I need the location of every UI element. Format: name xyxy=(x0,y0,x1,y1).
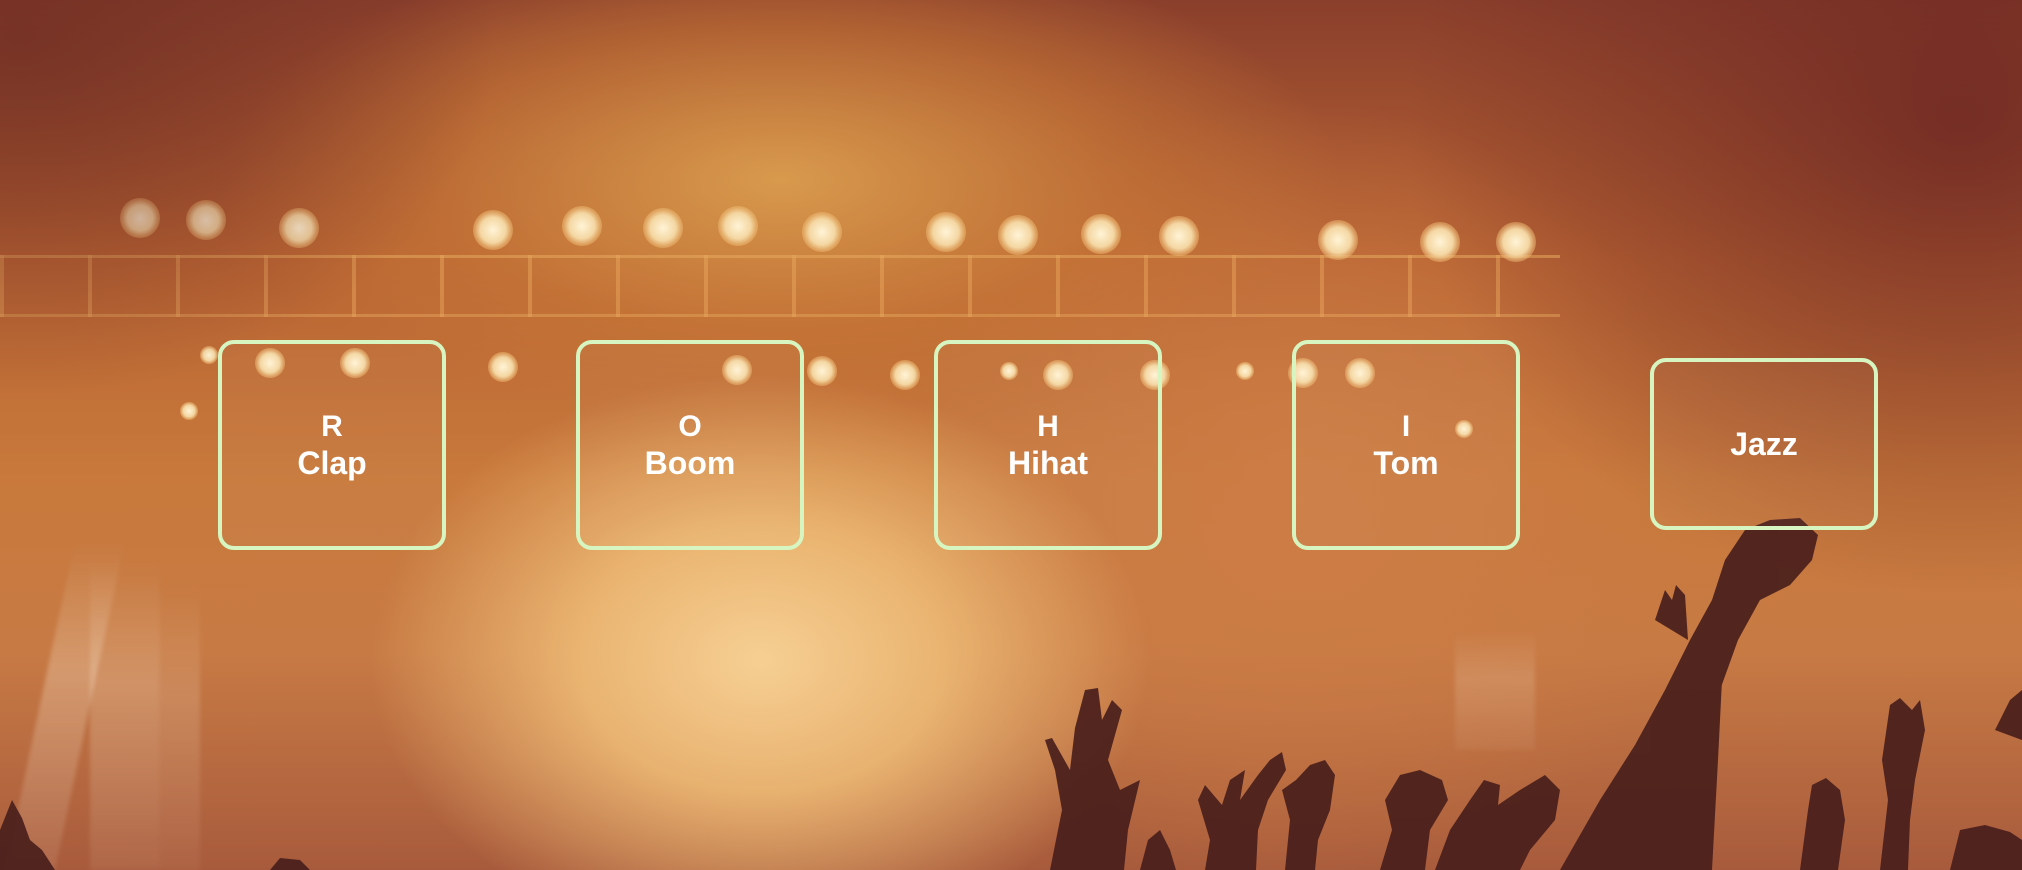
stage-light xyxy=(186,200,226,240)
drum-pad-boom[interactable]: O Boom xyxy=(576,340,804,550)
drum-pad-tom[interactable]: I Tom xyxy=(1292,340,1520,550)
drum-pad-sound: Jazz xyxy=(1730,426,1798,462)
drum-pad-sound: Clap xyxy=(297,445,367,481)
drum-pad-key: R xyxy=(321,410,343,443)
drum-pad-jazz[interactable]: Jazz xyxy=(1650,358,1878,530)
stage-light xyxy=(120,198,160,238)
drum-pad-hihat[interactable]: H Hihat xyxy=(934,340,1162,550)
drum-pad-key: I xyxy=(1401,410,1411,443)
drum-pad-sound: Tom xyxy=(1373,445,1439,481)
stage-light xyxy=(279,208,319,248)
drum-pad-clap[interactable]: R Clap xyxy=(218,340,446,550)
drum-pad-sound: Hihat xyxy=(1008,445,1088,481)
drum-pad-key: H xyxy=(1037,410,1059,443)
stage-light xyxy=(200,346,218,364)
drum-pad-key: O xyxy=(678,410,702,443)
drum-pad-sound: Boom xyxy=(644,445,736,481)
